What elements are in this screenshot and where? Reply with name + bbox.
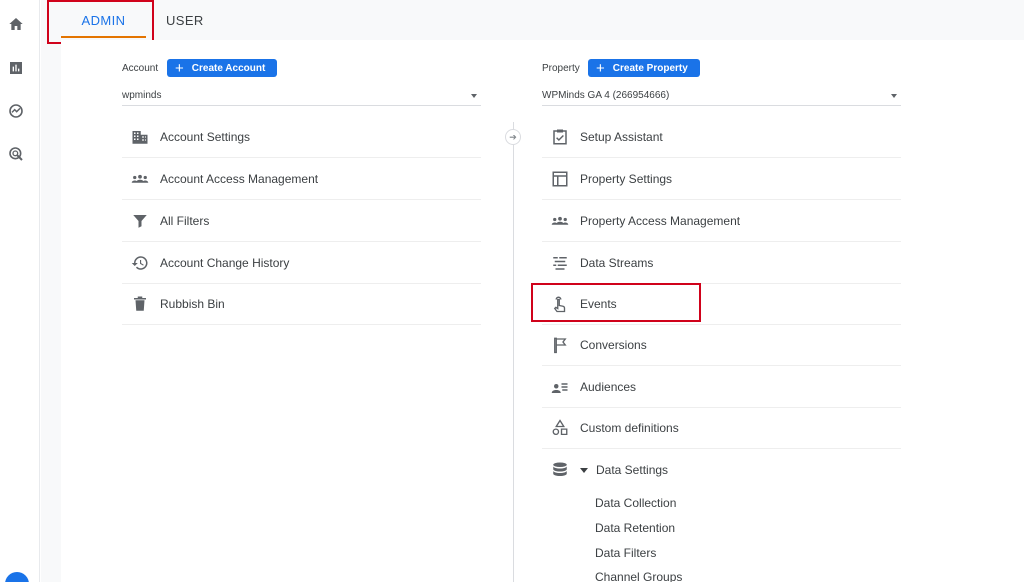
conversions-label: Conversions xyxy=(580,337,647,352)
caret-down-icon xyxy=(580,467,588,473)
audiences-item[interactable]: Audiences xyxy=(542,366,901,408)
rubbish-bin-item[interactable]: Rubbish Bin xyxy=(122,283,481,325)
audiences-label: Audiences xyxy=(580,379,637,394)
trash-icon xyxy=(130,294,150,314)
plus-icon: + xyxy=(175,59,184,77)
account-select[interactable]: wpminds xyxy=(122,86,481,106)
tab-user[interactable]: USER xyxy=(166,0,204,40)
create-property-button[interactable]: + Create Property xyxy=(588,59,700,77)
property-select-value: WPMinds GA 4 (266954666) xyxy=(542,90,670,101)
custom-definitions-item[interactable]: Custom definitions xyxy=(542,407,901,449)
filter-icon xyxy=(130,211,150,231)
channel-groups-link[interactable]: Channel Groups xyxy=(595,570,682,582)
tab-user-label: USER xyxy=(166,12,204,28)
people-icon xyxy=(130,169,150,189)
property-select[interactable]: WPMinds GA 4 (266954666) xyxy=(542,86,901,106)
account-access-management-label: Account Access Management xyxy=(160,171,319,186)
account-settings-item[interactable]: Account Settings xyxy=(122,116,481,158)
data-settings-label: Data Settings xyxy=(596,463,669,477)
data-collection-link[interactable]: Data Collection xyxy=(595,496,676,510)
streams-icon xyxy=(550,253,570,273)
left-nav-rail xyxy=(0,0,40,582)
plus-icon: + xyxy=(596,59,605,77)
chevron-down-icon xyxy=(471,93,477,98)
conversions-item[interactable]: Conversions xyxy=(542,324,901,366)
account-select-value: wpminds xyxy=(122,90,162,101)
arrow-right-icon: ➔ xyxy=(505,129,521,145)
all-filters-label: All Filters xyxy=(160,213,210,228)
account-settings-label: Account Settings xyxy=(160,129,251,144)
setup-assistant-item[interactable]: Setup Assistant xyxy=(542,116,901,158)
data-settings-item[interactable]: Data Settings xyxy=(542,449,901,491)
data-streams-label: Data Streams xyxy=(580,255,654,270)
audience-icon xyxy=(550,377,570,397)
people-icon xyxy=(550,211,570,231)
custom-definitions-label: Custom definitions xyxy=(580,420,679,435)
explore-icon[interactable] xyxy=(8,103,24,119)
rubbish-bin-label: Rubbish Bin xyxy=(160,296,225,311)
account-label: Account xyxy=(122,63,159,74)
property-access-management-item[interactable]: Property Access Management xyxy=(542,200,901,242)
property-access-management-label: Property Access Management xyxy=(580,213,741,228)
account-change-history-label: Account Change History xyxy=(160,255,290,270)
database-icon xyxy=(550,460,570,480)
layout-icon xyxy=(550,169,570,189)
reports-icon[interactable] xyxy=(8,60,24,76)
property-label: Property xyxy=(542,63,580,74)
create-account-button[interactable]: + Create Account xyxy=(167,59,278,77)
admin-tab-highlight xyxy=(47,0,154,44)
account-access-management-item[interactable]: Account Access Management xyxy=(122,158,481,200)
chevron-down-icon xyxy=(891,93,897,98)
checklist-icon xyxy=(550,127,570,147)
shapes-icon xyxy=(550,418,570,438)
help-fab[interactable] xyxy=(5,572,29,582)
data-streams-item[interactable]: Data Streams xyxy=(542,242,901,284)
data-retention-link[interactable]: Data Retention xyxy=(595,521,675,535)
flag-icon xyxy=(550,335,570,355)
history-icon xyxy=(130,253,150,273)
setup-assistant-label: Setup Assistant xyxy=(580,129,663,144)
events-highlight xyxy=(531,283,701,322)
account-change-history-item[interactable]: Account Change History xyxy=(122,242,481,284)
advertising-icon[interactable] xyxy=(8,146,24,162)
data-filters-link[interactable]: Data Filters xyxy=(595,546,656,560)
all-filters-item[interactable]: All Filters xyxy=(122,200,481,242)
property-settings-item[interactable]: Property Settings xyxy=(542,158,901,200)
create-property-label: Create Property xyxy=(612,62,688,74)
create-account-label: Create Account xyxy=(191,62,266,74)
home-icon[interactable] xyxy=(8,16,24,32)
column-divider xyxy=(513,122,514,582)
property-settings-label: Property Settings xyxy=(580,171,673,186)
building-icon xyxy=(130,127,150,147)
admin-tabs: ADMIN USER xyxy=(41,0,1024,40)
